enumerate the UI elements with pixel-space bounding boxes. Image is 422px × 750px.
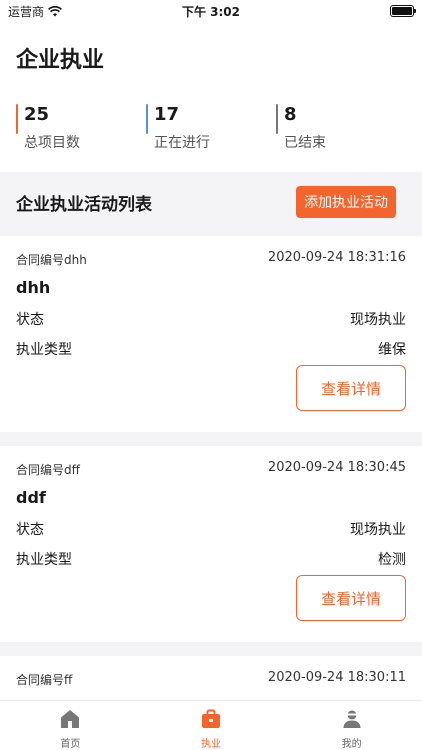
contract-number: 合同编号ff	[16, 673, 73, 687]
view-details-button[interactable]: 查看详情	[296, 365, 406, 411]
tab-practice[interactable]: 执业	[141, 701, 282, 750]
status-bar: 运营商 下午 3:02	[0, 0, 422, 22]
tab-bar: 首页 执业 我的	[0, 700, 422, 750]
stat-value: 25	[24, 104, 50, 125]
type-label: 执业类型	[16, 552, 72, 568]
stat-bar	[16, 104, 18, 134]
contract-number: 合同编号dhh	[16, 253, 87, 267]
stat-label: 总项目数	[24, 135, 80, 151]
tab-label: 我的	[341, 739, 362, 750]
timestamp: 2020-09-24 18:30:45	[267, 460, 406, 475]
status-value: 现场执业	[350, 312, 406, 328]
stat-in-progress: 17 正在进行	[146, 104, 210, 151]
stat-value: 17	[154, 104, 180, 125]
stat-bar	[146, 104, 148, 134]
status-row: 状态 现场执业	[16, 309, 406, 329]
add-activity-button[interactable]: 添加执业活动	[296, 186, 396, 218]
tab-label: 执业	[201, 739, 221, 750]
battery-icon	[390, 5, 416, 17]
type-row: 执业类型 维保	[16, 339, 406, 359]
home-icon	[61, 710, 80, 728]
page-title: 企业执业	[16, 48, 105, 73]
stat-total-projects: 25 总项目数	[16, 104, 80, 151]
type-row: 执业类型 检测	[16, 549, 406, 569]
status-time: 下午 3:02	[181, 5, 241, 19]
status-label: 状态	[16, 312, 44, 328]
tab-label: 首页	[60, 739, 81, 750]
timestamp: 2020-09-24 18:31:16	[267, 250, 406, 265]
activity-card: 合同编号dff 2020-09-24 18:30:45 ddf 状态 现场执业 …	[0, 446, 422, 642]
stat-finished: 8 已结束	[276, 104, 326, 151]
activity-name: dhh	[16, 278, 51, 297]
stat-value: 8	[284, 104, 297, 125]
type-label: 执业类型	[16, 342, 72, 358]
contract-number: 合同编号dff	[16, 463, 80, 477]
type-value: 检测	[378, 552, 406, 568]
tab-home[interactable]: 首页	[0, 701, 141, 750]
activity-card: 合同编号ff 2020-09-24 18:30:11	[0, 656, 422, 700]
stat-label: 正在进行	[154, 135, 210, 151]
status-row: 状态 现场执业	[16, 519, 406, 539]
briefcase-icon	[202, 709, 220, 728]
type-value: 维保	[378, 342, 406, 358]
summary-header: 企业执业 25 总项目数 17 正在进行 8 已结束	[0, 22, 422, 172]
tab-mine[interactable]: 我的	[281, 701, 422, 750]
list-title: 企业执业活动列表	[16, 195, 152, 215]
status-value: 现场执业	[350, 522, 406, 538]
timestamp: 2020-09-24 18:30:11	[267, 670, 406, 685]
stat-bar	[276, 104, 278, 134]
stat-label: 已结束	[284, 135, 326, 151]
view-details-button[interactable]: 查看详情	[296, 575, 406, 621]
activity-card: 合同编号dhh 2020-09-24 18:31:16 dhh 状态 现场执业 …	[0, 236, 422, 432]
status-label: 状态	[16, 522, 44, 538]
user-icon	[343, 710, 361, 728]
activity-name: ddf	[16, 488, 46, 507]
